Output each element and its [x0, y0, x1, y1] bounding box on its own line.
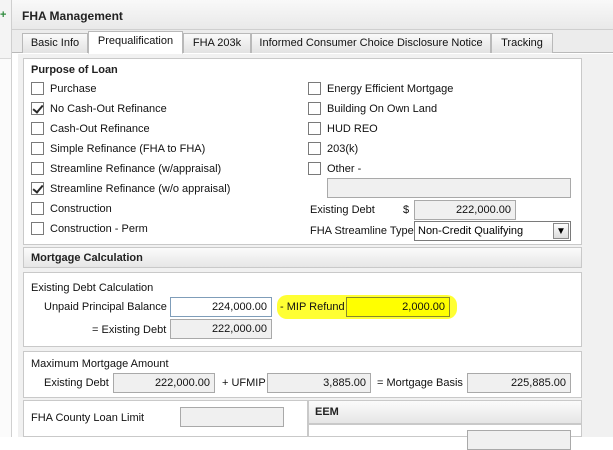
eem-title: EEM — [315, 406, 339, 418]
mip-refund-label: - MIP Refund — [280, 301, 345, 313]
simple-refinance-label: Simple Refinance (FHA to FHA) — [50, 143, 206, 155]
building-on-own-land-checkbox[interactable] — [308, 102, 321, 115]
other-description-input[interactable] — [327, 178, 571, 198]
mortgage-basis-label: = Mortgage Basis — [377, 377, 463, 389]
eem-field — [467, 430, 571, 450]
maximum-mortgage-amount-title: Maximum Mortgage Amount — [31, 358, 169, 370]
hud-reo-label: HUD REO — [327, 123, 378, 135]
no-cash-out-refinance-checkbox[interactable] — [31, 102, 44, 115]
tab-prequalification[interactable]: Prequalification — [88, 31, 183, 54]
tab-informed-consumer-choice[interactable]: Informed Consumer Choice Disclosure Noti… — [251, 33, 491, 53]
mortgage-calculation-title: Mortgage Calculation — [31, 252, 143, 264]
streamline-wo-appraisal-checkbox[interactable] — [31, 182, 44, 195]
energy-efficient-mortgage-label: Energy Efficient Mortgage — [327, 83, 454, 95]
fha-county-loan-limit-label: FHA County Loan Limit — [31, 412, 145, 424]
purchase-label: Purchase — [50, 83, 97, 95]
streamline-w-appraisal-label: Streamline Refinance (w/appraisal) — [50, 163, 222, 175]
eem-header — [308, 400, 582, 424]
chevron-down-icon[interactable]: ▼ — [553, 223, 569, 239]
fha-county-loan-limit-field — [180, 407, 284, 427]
ufmip-field: 3,885.00 — [267, 373, 371, 393]
construction-perm-label: Construction - Perm — [50, 223, 148, 235]
window-title: FHA Management — [22, 9, 123, 23]
construction-checkbox[interactable] — [31, 202, 44, 215]
construction-label: Construction — [50, 203, 112, 215]
mortgage-basis-field: 225,885.00 — [467, 373, 571, 393]
energy-efficient-mortgage-checkbox[interactable] — [308, 82, 321, 95]
purchase-checkbox[interactable] — [31, 82, 44, 95]
mip-refund-input[interactable]: 2,000.00 — [346, 297, 450, 317]
max-existing-debt-field: 222,000.00 — [113, 373, 215, 393]
construction-perm-checkbox[interactable] — [31, 222, 44, 235]
203k-checkbox[interactable] — [308, 142, 321, 155]
streamline-w-appraisal-checkbox[interactable] — [31, 162, 44, 175]
building-on-own-land-label: Building On Own Land — [327, 103, 438, 115]
currency-symbol: $ — [403, 204, 410, 216]
tab-tracking[interactable]: Tracking — [491, 33, 553, 53]
no-cash-out-refinance-label: No Cash-Out Refinance — [50, 103, 167, 115]
fha-streamline-type-select[interactable]: Non-Credit Qualifying ▼ — [414, 221, 571, 241]
other-checkbox[interactable] — [308, 162, 321, 175]
cash-out-refinance-checkbox[interactable] — [31, 122, 44, 135]
equals-existing-debt-label: = Existing Debt — [92, 324, 167, 336]
hud-reo-checkbox[interactable] — [308, 122, 321, 135]
fha-streamline-type-value: Non-Credit Qualifying — [418, 225, 524, 237]
unpaid-principal-balance-input[interactable]: 224,000.00 — [170, 297, 272, 317]
purpose-of-loan-title: Purpose of Loan — [31, 64, 118, 76]
tab-basic-info[interactable]: Basic Info — [22, 33, 88, 53]
fha-streamline-type-label: FHA Streamline Type — [310, 225, 414, 237]
existing-debt-label: Existing Debt — [310, 204, 375, 216]
existing-debt-field: 222,000.00 — [414, 200, 516, 220]
plus-icon[interactable]: + — [0, 9, 8, 21]
left-panel-body — [0, 58, 12, 437]
tab-fha-203k[interactable]: FHA 203k — [183, 33, 251, 53]
203k-label: 203(k) — [327, 143, 359, 155]
simple-refinance-checkbox[interactable] — [31, 142, 44, 155]
unpaid-principal-balance-label: Unpaid Principal Balance — [44, 301, 167, 313]
ufmip-label: + UFMIP — [222, 377, 266, 389]
max-existing-debt-label: Existing Debt — [44, 377, 109, 389]
existing-debt-calculation-title: Existing Debt Calculation — [31, 282, 154, 294]
calculated-existing-debt-field: 222,000.00 — [170, 319, 272, 339]
streamline-wo-appraisal-label: Streamline Refinance (w/o appraisal) — [50, 183, 231, 195]
other-label: Other - — [327, 163, 362, 175]
cash-out-refinance-label: Cash-Out Refinance — [50, 123, 150, 135]
